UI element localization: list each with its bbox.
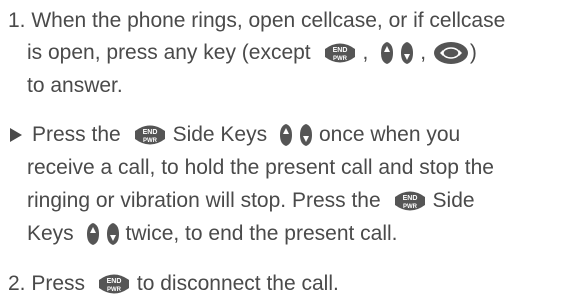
note-text-3b: Side — [432, 189, 475, 212]
end-pwr-key-icon: END PWR — [95, 271, 133, 297]
svg-text:PWR: PWR — [107, 287, 122, 293]
note-text-1b: Side Keys — [172, 123, 268, 146]
end-pwr-key-icon: END PWR — [391, 188, 429, 214]
step-2-number: 2. — [8, 272, 26, 295]
svg-text:PWR: PWR — [403, 204, 418, 210]
step-2-text-b: to disconnect the call. — [136, 272, 339, 295]
svg-text:END: END — [402, 195, 417, 202]
step-1-text-line-2: is open, press any key (except — [27, 41, 311, 64]
note-text-4a: Keys — [27, 222, 74, 245]
svg-text:END: END — [332, 47, 347, 54]
note-line-3: ringing or vibration will stop. Press th… — [27, 186, 475, 216]
step-1-text-line-3: to answer. — [27, 74, 123, 97]
svg-text:END: END — [107, 278, 122, 285]
note-text-4b: twice, to end the present call. — [125, 222, 398, 245]
note-text-2: receive a call, to hold the present call… — [27, 156, 494, 179]
note-line-1: Press the END PWR Side Keys once when yo… — [10, 120, 460, 150]
up-down-side-keys-icon — [377, 40, 417, 66]
note-line-4: Keys twice, to end the present call. — [27, 219, 398, 249]
navigation-key-icon — [432, 40, 470, 66]
up-down-side-keys-icon — [276, 122, 316, 148]
svg-text:PWR: PWR — [143, 138, 158, 144]
note-text-1c: once when you — [318, 123, 461, 146]
close-paren: ) — [469, 41, 477, 64]
step-2-text-a: Press — [31, 272, 86, 295]
step-1-line-1: 1. When the phone rings, open cellcase, … — [8, 6, 505, 36]
note-text-3a: ringing or vibration will stop. Press th… — [27, 189, 381, 212]
step-1-line-3: to answer. — [27, 71, 123, 101]
step-1-number: 1. — [8, 9, 26, 32]
note-text-1a: Press the — [32, 123, 121, 146]
step-1-text-line-1: When the phone rings, open cellcase, or … — [31, 9, 506, 32]
bullet-arrow-icon — [10, 128, 22, 142]
end-pwr-key-icon: END PWR — [321, 40, 359, 66]
up-down-side-keys-icon — [83, 221, 123, 247]
svg-text:END: END — [142, 129, 157, 136]
step-2-line: 2. Press END PWR to disconnect the call. — [8, 269, 339, 299]
step-1-line-2: is open, press any key (except END PWR ,… — [27, 38, 477, 68]
svg-text:PWR: PWR — [333, 56, 348, 62]
end-pwr-key-icon: END PWR — [131, 122, 169, 148]
note-line-2: receive a call, to hold the present call… — [27, 153, 494, 183]
